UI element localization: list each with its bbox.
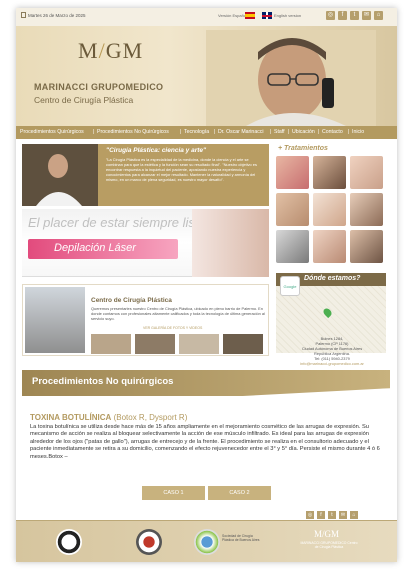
nav-separator: | bbox=[288, 129, 290, 135]
current-date: Martes 26 de Marzo de 2025 bbox=[28, 13, 86, 18]
centro-text: Queremos presentarles nuestro Centro de … bbox=[91, 306, 265, 321]
doctor-photo bbox=[206, 30, 376, 126]
treatment-lips-thumb[interactable] bbox=[276, 156, 309, 189]
nav-inicio[interactable]: Inicio bbox=[352, 129, 364, 135]
brand-name: MARINACCI GRUPOMEDICO bbox=[34, 82, 164, 92]
spanish-flag-icon[interactable] bbox=[245, 12, 255, 19]
instagram-icon[interactable]: ◎ bbox=[326, 11, 335, 20]
society-logo-1[interactable] bbox=[56, 529, 82, 555]
depilacion-banner[interactable]: El placer de estar siempre lista Depilac… bbox=[22, 209, 269, 277]
nav-tecnologia[interactable]: Tecnología bbox=[184, 129, 209, 135]
treatment-breast-thumb[interactable] bbox=[276, 193, 309, 226]
brand-subtitle: Centro de Cirugía Plástica bbox=[34, 95, 134, 105]
centro-thumb[interactable] bbox=[91, 334, 131, 354]
nav-separator: | bbox=[318, 129, 320, 135]
nav-separator: | bbox=[180, 129, 182, 135]
address-email[interactable]: info@marinacci-grupomedico.com.ar bbox=[278, 361, 386, 366]
treatment-body-thumb[interactable] bbox=[350, 156, 383, 189]
nav-separator: | bbox=[93, 129, 95, 135]
doctor-portrait bbox=[22, 144, 98, 206]
depilacion-cta[interactable]: Depilación Láser bbox=[28, 239, 178, 259]
centro-thumb[interactable] bbox=[179, 334, 219, 354]
society-logo-3[interactable] bbox=[194, 529, 220, 555]
main-nav: Procedimientos Quirúrgicos | Procedimien… bbox=[16, 126, 397, 139]
facebook-icon[interactable]: f bbox=[317, 511, 325, 519]
centro-panel: Centro de Cirugía Plástica Queremos pres… bbox=[22, 284, 269, 356]
building-photo bbox=[25, 287, 85, 353]
toxina-body: La toxina botulínica se utiliza desde ha… bbox=[30, 424, 380, 460]
nav-contacto[interactable]: Contacto bbox=[322, 129, 343, 135]
nav-procedimientos-quirurgicos[interactable]: Procedimientos Quirúrgicos bbox=[20, 129, 84, 135]
footer-brand: MARINACCI GRUPOMEDICO Centro de Cirugía … bbox=[300, 541, 358, 550]
home-icon[interactable]: ⌂ bbox=[374, 11, 383, 20]
centro-title: Centro de Cirugía Plástica bbox=[91, 297, 172, 304]
centro-thumbnails bbox=[91, 334, 266, 354]
page-frame: Martes 26 de Marzo de 2025 Versión Españ… bbox=[16, 8, 397, 562]
twitter-icon[interactable]: t bbox=[328, 511, 336, 519]
email-icon[interactable]: ✉ bbox=[362, 11, 371, 20]
caso-2-button[interactable]: CASO 2 bbox=[208, 486, 271, 500]
quote-panel: "Cirugía Plástica: ciencia y arte" "La C… bbox=[22, 144, 269, 206]
home-icon[interactable]: ⌂ bbox=[350, 511, 358, 519]
society-logo-2[interactable] bbox=[136, 529, 162, 555]
centro-thumb[interactable] bbox=[223, 334, 263, 354]
logo[interactable]: M/GM bbox=[78, 38, 143, 64]
section-header: Procedimientos No quirúrgicos bbox=[22, 370, 390, 396]
section-title: Procedimientos No quirúrgicos bbox=[32, 376, 174, 387]
footer: Sociedad de Cirugía Plástica de Buenos A… bbox=[16, 520, 397, 562]
toxina-title: TOXINA BOTULÍNICA (Botox R, Dysport R) bbox=[30, 413, 188, 422]
nav-separator: | bbox=[214, 129, 216, 135]
treatment-eye-thumb[interactable] bbox=[350, 193, 383, 226]
centro-thumb[interactable] bbox=[135, 334, 175, 354]
english-version-link[interactable]: English version bbox=[274, 13, 301, 18]
instagram-icon[interactable]: ◎ bbox=[306, 511, 314, 519]
caso-1-button[interactable]: CASO 1 bbox=[142, 486, 205, 500]
treatment-nose-thumb[interactable] bbox=[313, 230, 346, 263]
treatment-face-thumb[interactable] bbox=[313, 156, 346, 189]
email-icon[interactable]: ✉ bbox=[339, 511, 347, 519]
map-pin-icon bbox=[321, 306, 334, 319]
footer-logo[interactable]: M/GM bbox=[314, 529, 339, 539]
header-banner: M/GM MARINACCI GRUPOMEDICO Centro de Cir… bbox=[16, 26, 397, 126]
nav-procedimientos-no-quirurgicos[interactable]: Procedimientos No Quirúrgicos bbox=[97, 129, 169, 135]
quote-text: "La Cirugía Plástica es la especialidad … bbox=[106, 157, 257, 182]
address-block: Bulnes 1284, Palermo (CP 1176) Ciudad Au… bbox=[278, 336, 386, 366]
society-text: Sociedad de Cirugía Plástica de Buenos A… bbox=[222, 534, 260, 542]
nav-dr-oscar-marinacci[interactable]: Dr. Oscar Marinacci bbox=[218, 129, 264, 135]
nav-ubicacion[interactable]: Ubicación bbox=[292, 129, 315, 135]
twitter-icon[interactable]: t bbox=[350, 11, 359, 20]
quote-title: "Cirugía Plástica: ciencia y arte" bbox=[106, 147, 207, 154]
nav-staff[interactable]: Staff bbox=[274, 129, 285, 135]
depilacion-headline: El placer de estar siempre lista bbox=[28, 215, 206, 230]
tratamientos-title[interactable]: + Tratamientos bbox=[278, 145, 328, 152]
nav-separator: | bbox=[270, 129, 272, 135]
gallery-link[interactable]: VER GALERÍA DE FOTOS Y VIDEOS bbox=[143, 326, 202, 330]
treatment-abdomen-thumb[interactable] bbox=[313, 193, 346, 226]
facebook-icon[interactable]: f bbox=[338, 11, 347, 20]
top-bar: Martes 26 de Marzo de 2025 Versión Españ… bbox=[16, 8, 397, 26]
uk-flag-icon[interactable] bbox=[262, 12, 272, 19]
treatment-skin-thumb[interactable] bbox=[350, 230, 383, 263]
treatment-laser-thumb[interactable] bbox=[276, 230, 309, 263]
google-maps-icon[interactable]: Google bbox=[280, 276, 300, 296]
legs-photo bbox=[192, 209, 269, 277]
calendar-icon bbox=[21, 12, 26, 18]
nav-separator: | bbox=[348, 129, 350, 135]
